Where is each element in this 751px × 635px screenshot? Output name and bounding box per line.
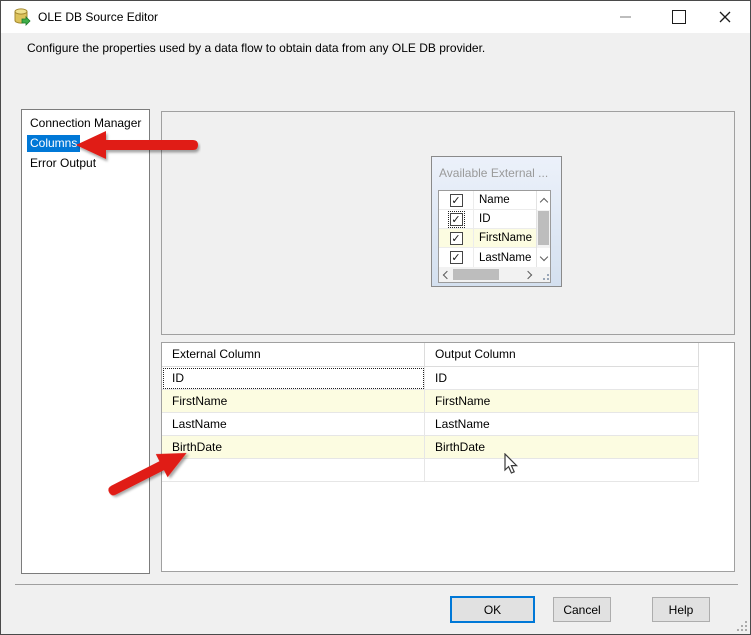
scroll-up-icon [539, 197, 548, 206]
column-mapping-grid: External Column Output Column ID ID Firs… [161, 342, 735, 572]
scroll-left-icon [442, 270, 452, 279]
ole-db-source-editor-dialog: OLE DB Source Editor Configure the prope… [0, 0, 751, 635]
minimize-button [603, 1, 647, 33]
available-columns-header: Name [479, 194, 510, 206]
external-cell-empty[interactable] [162, 459, 425, 482]
checkbox-firstname[interactable]: ✓ [449, 231, 463, 245]
title-bar: OLE DB Source Editor [1, 1, 750, 33]
ok-button[interactable]: OK [450, 596, 535, 623]
available-column-row-id[interactable]: ✓ ID [439, 210, 536, 229]
mapping-row-empty [162, 459, 699, 482]
maximize-icon [672, 10, 686, 24]
output-cell-empty[interactable] [425, 459, 699, 482]
window-title: OLE DB Source Editor [38, 10, 159, 24]
maximize-button[interactable] [657, 1, 701, 33]
available-external-columns-grid: ✓ Name ✓ ID ✓ FirstName ✓ LastName [438, 190, 551, 283]
output-cell-firstname[interactable]: FirstName [425, 390, 699, 413]
help-button[interactable]: Help [652, 597, 710, 622]
scroll-down-button[interactable] [537, 248, 550, 267]
header-output-column: Output Column [425, 343, 699, 367]
external-cell-id[interactable]: ID [162, 367, 425, 390]
available-external-columns-box: Available External ... ✓ Name ✓ ID ✓ Fir… [431, 156, 562, 287]
vertical-scrollbar[interactable] [536, 191, 550, 267]
cancel-button[interactable]: Cancel [553, 597, 611, 622]
external-cell-lastname[interactable]: LastName [162, 413, 425, 436]
available-external-columns-title: Available External ... [439, 166, 549, 180]
minimize-icon [619, 16, 631, 18]
mapping-row-birthdate: BirthDate BirthDate [162, 436, 699, 459]
output-cell-lastname[interactable]: LastName [425, 413, 699, 436]
annotation-arrow-birthdate-icon [108, 452, 187, 496]
external-cell-firstname[interactable]: FirstName [162, 390, 425, 413]
mouse-cursor-icon [504, 453, 519, 474]
scroll-left-button[interactable] [439, 267, 453, 282]
checkbox-lastname[interactable]: ✓ [449, 251, 463, 264]
output-cell-birthdate[interactable]: BirthDate [425, 436, 699, 459]
horizontal-scrollbar[interactable] [439, 267, 550, 282]
available-column-row-lastname[interactable]: ✓ LastName [439, 248, 536, 267]
mapping-header-row: External Column Output Column [162, 343, 699, 367]
external-cell-birthdate[interactable]: BirthDate [162, 436, 425, 459]
close-button[interactable] [703, 1, 747, 33]
available-column-row-firstname[interactable]: ✓ FirstName [439, 229, 536, 248]
horizontal-scroll-thumb[interactable] [453, 269, 499, 280]
select-all-checkbox[interactable]: ✓ [449, 193, 463, 207]
checkbox-id[interactable]: ✓ [447, 210, 465, 228]
header-external-column: External Column [162, 343, 425, 367]
mapping-row-id: ID ID [162, 367, 699, 390]
close-icon [719, 11, 731, 23]
grid-resize-grip-icon [540, 271, 549, 280]
output-cell-id[interactable]: ID [425, 367, 699, 390]
scroll-up-button[interactable] [537, 191, 550, 210]
dialog-description: Configure the properties used by a data … [27, 41, 486, 55]
mapping-row-firstname: FirstName FirstName [162, 390, 699, 413]
annotation-arrow-columns-icon [76, 131, 198, 159]
mapping-row-lastname: LastName LastName [162, 413, 699, 436]
vertical-scroll-thumb[interactable] [538, 211, 549, 245]
window-resize-grip[interactable] [737, 621, 747, 631]
scroll-right-button[interactable] [522, 267, 536, 282]
database-source-icon [14, 8, 31, 26]
scroll-down-icon [539, 252, 548, 261]
footer-divider [15, 584, 738, 585]
scroll-right-icon [523, 270, 533, 279]
available-columns-header-row: ✓ Name [439, 191, 536, 210]
